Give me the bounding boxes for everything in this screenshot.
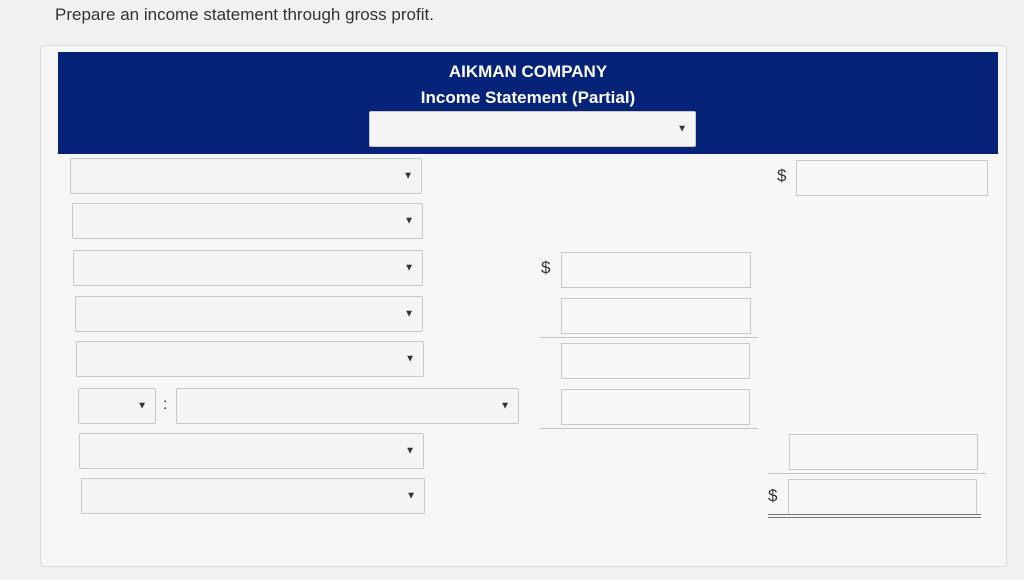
chevron-down-icon: ▼ [500, 400, 510, 412]
dollar-sign: $ [541, 258, 551, 277]
chevron-down-icon: ▼ [677, 123, 687, 135]
total-double-rule [768, 514, 981, 518]
dollar-sign: $ [777, 166, 787, 185]
row-7-amount-input[interactable] [789, 434, 978, 470]
chevron-down-icon: ▼ [403, 170, 413, 182]
subtotal-rule [540, 428, 758, 429]
chevron-down-icon: ▼ [405, 353, 415, 365]
row-3-amount-input[interactable] [561, 252, 751, 288]
chevron-down-icon: ▼ [405, 445, 415, 457]
row-7-label-select[interactable]: ▼ [79, 433, 424, 469]
row-4-label-select[interactable]: ▼ [75, 296, 423, 332]
company-name: AIKMAN COMPANY [448, 62, 608, 81]
chevron-down-icon: ▼ [404, 262, 414, 274]
dollar-sign: $ [768, 486, 778, 505]
row-8-amount-input[interactable] [788, 479, 977, 515]
row-8-label-select[interactable]: ▼ [81, 478, 425, 514]
row-3-label-select[interactable]: ▼ [73, 250, 423, 286]
subtotal-rule [540, 337, 758, 338]
row-5-amount-input[interactable] [561, 343, 750, 379]
row-6-amount-input[interactable] [561, 389, 750, 425]
subtotal-rule [768, 473, 986, 474]
chevron-down-icon: ▼ [404, 308, 414, 320]
chevron-down-icon: ▼ [404, 215, 414, 227]
row-2-label-select[interactable]: ▼ [72, 203, 423, 239]
row-6-prefix-select[interactable]: ▼ [78, 388, 156, 424]
chevron-down-icon: ▼ [406, 490, 416, 502]
statement-title: Income Statement (Partial) [420, 88, 636, 107]
separator-colon: : [163, 396, 168, 413]
row-4-amount-input[interactable] [561, 298, 751, 334]
row-5-label-select[interactable]: ▼ [76, 341, 424, 377]
instruction-text: Prepare an income statement through gros… [55, 5, 434, 24]
row-1-label-select[interactable]: ▼ [70, 158, 422, 194]
period-select[interactable]: ▼ [369, 111, 696, 147]
row-6-label-select[interactable]: ▼ [176, 388, 519, 424]
chevron-down-icon: ▼ [137, 400, 147, 412]
row-1-amount-input[interactable] [796, 160, 988, 196]
